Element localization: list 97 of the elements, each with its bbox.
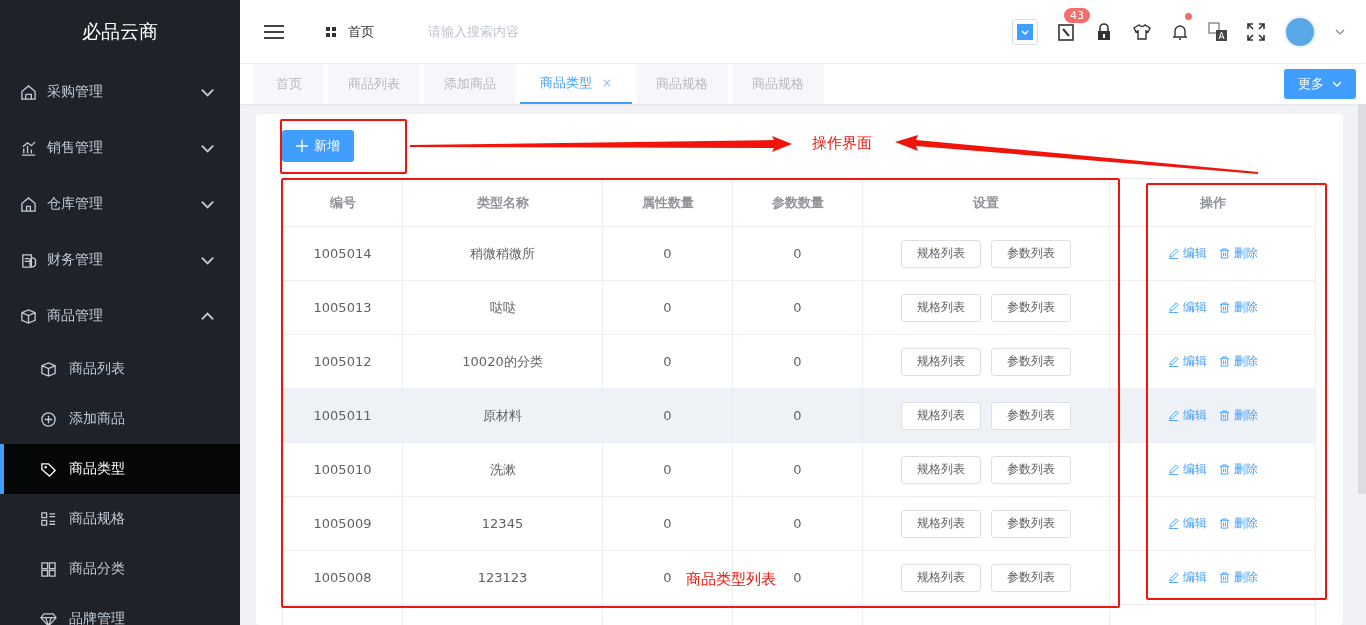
notification-badge: 43 (1064, 7, 1090, 23)
shirt-icon[interactable] (1132, 21, 1152, 42)
list-button[interactable]: 参数列表 (991, 563, 1071, 592)
pencil-icon (1167, 248, 1179, 259)
table-cell: 1005012 (282, 334, 403, 389)
list-button[interactable]: 规格列表 (901, 455, 981, 484)
column-header: 操作 (1109, 178, 1316, 227)
trash-icon (1218, 518, 1230, 529)
pencil-icon (1167, 302, 1179, 313)
table-cell: 10020的分类 (402, 334, 603, 389)
translate-icon[interactable] (1208, 21, 1228, 42)
column-header: 参数数量 (732, 178, 863, 227)
pencil-icon (1167, 356, 1179, 367)
tag-icon (40, 460, 57, 478)
table-cell: 1005014 (282, 226, 403, 281)
color-picker[interactable] (1012, 18, 1038, 45)
sidebar-item[interactable]: 添加商品 (0, 394, 240, 444)
table-cell: 1005011 (282, 388, 403, 443)
list-button[interactable]: 参数列表 (991, 455, 1071, 484)
table-cell: 0 (602, 496, 733, 551)
sidebar-item[interactable]: 商品类型 (0, 444, 240, 494)
annotation-label: 操作界面 (812, 134, 872, 153)
list-button[interactable]: 参数列表 (991, 401, 1071, 430)
sidebar-group[interactable]: 商品管理 (0, 288, 240, 344)
annotation-label: 商品类型列表 (686, 570, 776, 589)
pencil-icon (1167, 410, 1179, 421)
trash-icon (1218, 572, 1230, 583)
table-cell: 0 (602, 388, 733, 443)
column-header: 属性数量 (602, 178, 733, 227)
column-header: 编号 (282, 178, 403, 227)
grid-icon (326, 26, 336, 37)
list-button[interactable]: 规格列表 (901, 563, 981, 592)
trash-icon (1218, 356, 1230, 367)
pencil-icon (1167, 464, 1179, 475)
plus-circle-icon (40, 410, 57, 428)
table-cell: 洗漱 (402, 442, 603, 497)
table-cell: 123123 (402, 550, 603, 605)
table-cell: 0 (732, 442, 863, 497)
table-cell: 1005010 (282, 442, 403, 497)
table-cell: 1005009 (282, 496, 403, 551)
column-header: 设置 (862, 178, 1110, 227)
sidebar-item[interactable]: 商品列表 (0, 344, 240, 394)
box-icon (40, 360, 57, 378)
table-cell: 1005008 (282, 550, 403, 605)
table-cell: 0 (602, 226, 733, 281)
sidebar-group[interactable]: 销售管理 (0, 120, 240, 176)
wallet-icon (20, 251, 37, 269)
breadcrumb-link[interactable]: 首页 (326, 22, 374, 41)
list-button[interactable]: 规格列表 (901, 239, 981, 268)
list-button[interactable]: 参数列表 (991, 293, 1071, 322)
list-button[interactable]: 规格列表 (901, 509, 981, 538)
table-cell: 0 (732, 226, 863, 281)
table-cell: 0 (732, 334, 863, 389)
table-cell: 原材料 (402, 388, 603, 443)
diamond-icon (40, 610, 57, 625)
house-icon (20, 195, 37, 213)
list-button[interactable]: 规格列表 (901, 347, 981, 376)
table-cell: 0 (602, 280, 733, 335)
list-button[interactable]: 参数列表 (991, 347, 1071, 376)
column-header: 类型名称 (402, 178, 603, 227)
chevron-icon (1332, 79, 1342, 89)
scrollbar[interactable] (1358, 104, 1366, 494)
plus-icon (296, 140, 308, 152)
table-cell: 0 (732, 388, 863, 443)
trash-icon (1218, 302, 1230, 313)
table-cell: 0 (602, 334, 733, 389)
grid-icon (40, 560, 57, 578)
avatar[interactable] (1284, 15, 1316, 48)
table-cell: 哒哒 (402, 280, 603, 335)
list-button[interactable]: 规格列表 (901, 293, 981, 322)
list-icon (40, 510, 57, 528)
table-cell: 1005013 (282, 280, 403, 335)
list-button[interactable]: 规格列表 (901, 401, 981, 430)
table-cell: 0 (602, 442, 733, 497)
table-cell: 0 (732, 280, 863, 335)
pencil-icon (1167, 572, 1179, 583)
trash-icon (1218, 464, 1230, 475)
trash-icon (1218, 410, 1230, 421)
trash-icon (1218, 248, 1230, 259)
box-icon (20, 307, 37, 325)
app-logo: 必品云商 (81, 19, 159, 44)
chart-icon (20, 139, 37, 157)
sidebar-item[interactable]: 品牌管理 (0, 594, 240, 625)
table-cell: 0 (732, 496, 863, 551)
sidebar-group[interactable]: 仓库管理 (0, 176, 240, 232)
list-button[interactable]: 参数列表 (991, 509, 1071, 538)
table-cell: 12345 (402, 496, 603, 551)
list-button[interactable]: 参数列表 (991, 239, 1071, 268)
house-icon (20, 83, 37, 101)
fullscreen-icon[interactable] (1246, 21, 1266, 42)
sidebar-group[interactable]: 财务管理 (0, 232, 240, 288)
sidebar-item[interactable]: 商品规格 (0, 494, 240, 544)
sidebar-item[interactable]: 商品分类 (0, 544, 240, 594)
menu-icon[interactable] (264, 23, 284, 40)
pencil-icon (1167, 518, 1179, 529)
sidebar-group[interactable]: 采购管理 (0, 64, 240, 120)
table-cell: 稍微稍微所 (402, 226, 603, 281)
